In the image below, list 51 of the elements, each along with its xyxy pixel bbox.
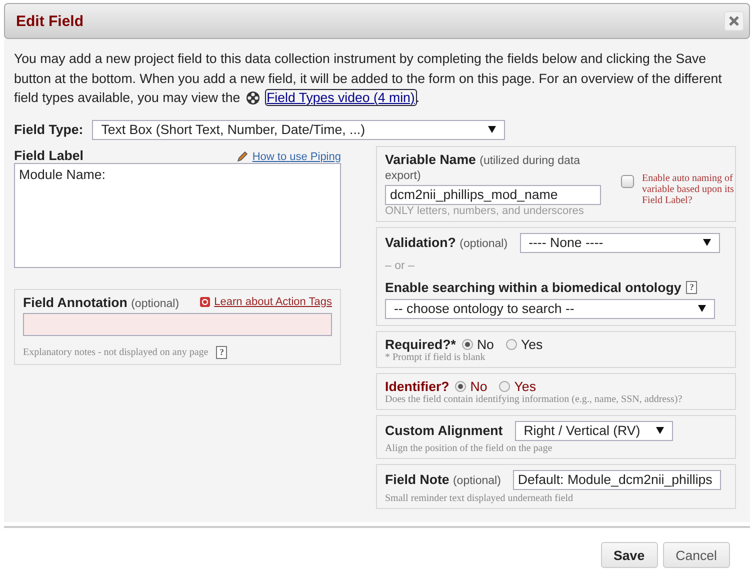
identifier-note: Does the field contain identifying information (e.g., name, SSN, address)? [385, 394, 684, 404]
alignment-label: Custom Alignment [385, 423, 503, 438]
radio-button[interactable] [455, 380, 466, 392]
radio-button[interactable] [462, 338, 473, 350]
variable-name-note: ONLY letters, numbers, and underscores [385, 204, 585, 216]
caret-icon [656, 427, 664, 434]
field-type-dropdown[interactable]: Text Box (Short Text, Number, Date/Time, ...) [92, 120, 506, 140]
checkbox[interactable] [621, 174, 634, 188]
film-reel-icon [246, 91, 260, 105]
intro-text: You may add a new project field to this data collection instrument by completing the fields below and clicking the Save button at the bottom. When you add a new field, it will be added to the form on this page. For an overview of the different field types available, you may view the Field Types video (4 min). [14, 50, 723, 107]
caret-icon [702, 239, 711, 246]
cancel-button[interactable]: Cancel [662, 542, 730, 568]
action-tags-link[interactable]: Learn about Action Tags [214, 296, 332, 308]
identifier-label: Identifier? [385, 378, 450, 394]
video-link[interactable]: Field Types video (4 min) [266, 90, 416, 105]
caret-icon [488, 126, 496, 133]
help-button[interactable]: ? [686, 280, 698, 294]
save-button[interactable]: Save [600, 542, 658, 568]
option-label: Yes [514, 378, 536, 394]
auto-naming-label: Enable auto naming of variable based upon its Field Label? [642, 172, 734, 208]
piping-help-link[interactable]: How to use Piping [252, 150, 341, 162]
field-note-input[interactable]: Default: Module_dcm2nii_phillips [512, 470, 721, 490]
required-label: Required?* [385, 336, 456, 352]
field-label-input[interactable]: Module Name: [14, 162, 341, 268]
field-label-heading: Field Label [14, 148, 84, 162]
variable-name-input[interactable]: dcm2nii_phillips_mod_name [385, 184, 601, 204]
annotation-input[interactable] [23, 312, 332, 336]
alignment-note: Align the position of the field on the page [385, 442, 554, 454]
option-label: No [476, 336, 494, 352]
field-type-label: Field Type: [14, 122, 84, 137]
validation-label: Validation? (optional) [385, 235, 508, 250]
ontology-dropdown[interactable]: -- choose ontology to search -- [385, 298, 715, 318]
required-note: * Prompt if field is blank [385, 352, 486, 362]
option-label: No [470, 378, 488, 394]
or-separator: – or – [385, 260, 416, 272]
close-icon [729, 16, 739, 26]
annotation-note: Explanatory notes - not displayed on any page [23, 346, 208, 358]
variable-name-label: Variable Name (utilized during data export) [385, 152, 581, 182]
ontology-label: Enable searching within a biomedical ontology [385, 280, 682, 294]
field-note-label: Field Note (optional) [385, 472, 501, 487]
help-button[interactable]: ? [216, 346, 228, 358]
field-note-note: Small reminder text displayed underneath field [385, 492, 574, 504]
radio-button[interactable] [506, 338, 517, 350]
alignment-dropdown[interactable]: Right / Vertical (RV) [514, 420, 673, 440]
close-button[interactable] [724, 11, 744, 31]
dialog-title: Edit Field [16, 12, 84, 30]
radio-button[interactable] [499, 380, 510, 392]
option-label: Yes [520, 336, 543, 352]
caret-icon [698, 305, 706, 312]
annotation-label: Field Annotation (optional) [23, 294, 180, 310]
validation-dropdown[interactable]: ---- None ---- [520, 232, 720, 252]
